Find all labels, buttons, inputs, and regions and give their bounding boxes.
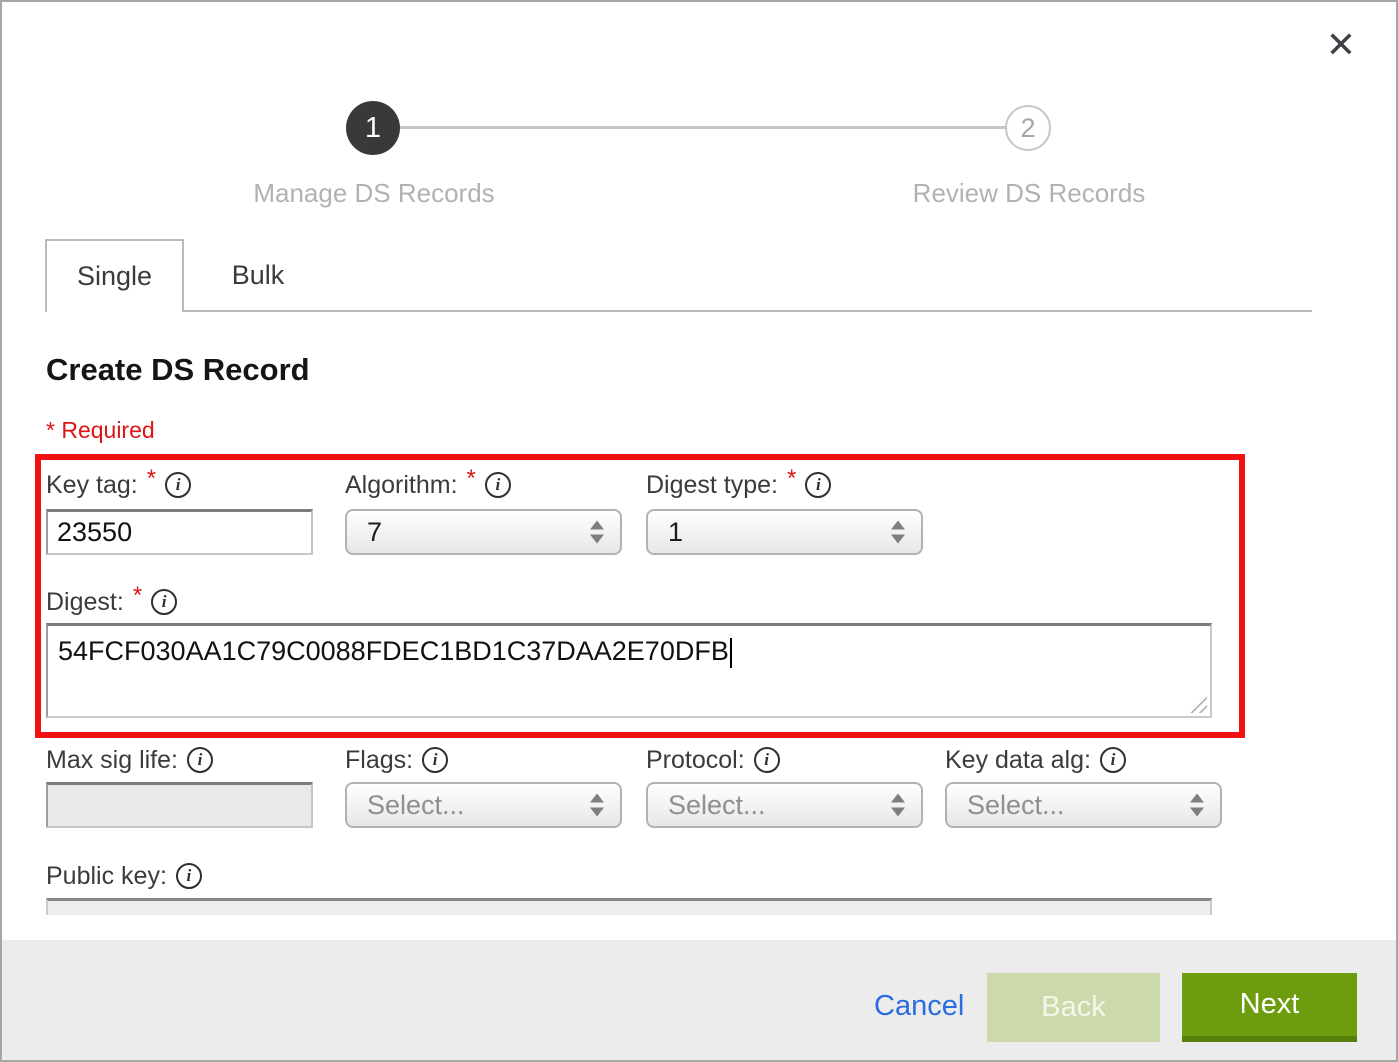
protocol-label: Protocol: i bbox=[646, 745, 780, 775]
key-data-alg-label-text: Key data alg: bbox=[945, 746, 1091, 775]
select-arrows-icon bbox=[590, 794, 604, 817]
select-arrows-icon bbox=[891, 794, 905, 817]
select-arrows-icon bbox=[891, 521, 905, 544]
select-arrows-icon bbox=[590, 521, 604, 544]
required-asterisk: * bbox=[133, 582, 142, 610]
algorithm-label: Algorithm: * i bbox=[345, 470, 511, 500]
next-button[interactable]: Next bbox=[1182, 973, 1357, 1042]
key-tag-input[interactable] bbox=[46, 509, 313, 555]
flags-label: Flags: i bbox=[345, 745, 448, 775]
max-sig-life-label-text: Max sig life: bbox=[46, 746, 178, 775]
max-sig-life-input[interactable] bbox=[46, 782, 313, 828]
key-tag-label: Key tag: * i bbox=[46, 470, 191, 500]
algorithm-label-text: Algorithm: bbox=[345, 471, 458, 500]
digest-value: 54FCF030AA1C79C0088FDEC1BD1C37DAA2E70DFB bbox=[58, 636, 729, 666]
info-icon[interactable]: i bbox=[485, 472, 511, 498]
select-arrows-icon bbox=[1190, 794, 1204, 817]
protocol-selected-value: Select... bbox=[668, 790, 766, 821]
step-2-label: Review DS Records bbox=[829, 178, 1229, 209]
key-data-alg-selected-value: Select... bbox=[967, 790, 1065, 821]
create-ds-record-dialog: ✕ 1 2 Manage DS Records Review DS Record… bbox=[0, 0, 1398, 1062]
flags-select[interactable]: Select... bbox=[345, 782, 622, 828]
text-cursor bbox=[730, 638, 732, 668]
required-note: * Required bbox=[46, 417, 155, 444]
digest-type-label: Digest type: * i bbox=[646, 470, 831, 500]
key-data-alg-select[interactable]: Select... bbox=[945, 782, 1222, 828]
page-title: Create DS Record bbox=[46, 352, 310, 388]
step-2-indicator: 2 bbox=[1005, 105, 1051, 151]
step-1-indicator: 1 bbox=[346, 101, 400, 155]
key-data-alg-label: Key data alg: i bbox=[945, 745, 1126, 775]
info-icon[interactable]: i bbox=[151, 589, 177, 615]
digest-label-text: Digest: bbox=[46, 588, 124, 617]
flags-label-text: Flags: bbox=[345, 746, 413, 775]
required-asterisk: * bbox=[147, 465, 156, 493]
digest-type-selected-value: 1 bbox=[668, 517, 683, 548]
cancel-button[interactable]: Cancel bbox=[874, 990, 964, 1023]
required-asterisk: * bbox=[787, 465, 796, 493]
tab-bulk[interactable]: Bulk bbox=[184, 239, 332, 312]
public-key-label-text: Public key: bbox=[46, 862, 167, 891]
digest-label: Digest: * i bbox=[46, 587, 177, 617]
protocol-select[interactable]: Select... bbox=[646, 782, 923, 828]
info-icon[interactable]: i bbox=[422, 747, 448, 773]
back-button[interactable]: Back bbox=[987, 973, 1160, 1042]
tab-underline bbox=[184, 310, 1312, 312]
textarea-resize-handle[interactable] bbox=[1189, 695, 1207, 713]
digest-textarea[interactable]: 54FCF030AA1C79C0088FDEC1BD1C37DAA2E70DFB bbox=[46, 623, 1212, 718]
protocol-label-text: Protocol: bbox=[646, 746, 745, 775]
info-icon[interactable]: i bbox=[805, 472, 831, 498]
info-icon[interactable]: i bbox=[187, 747, 213, 773]
algorithm-select[interactable]: 7 bbox=[345, 509, 622, 555]
step-1-label: Manage DS Records bbox=[174, 178, 574, 209]
public-key-textarea[interactable] bbox=[46, 898, 1212, 915]
tab-single[interactable]: Single bbox=[45, 239, 184, 312]
required-asterisk: * bbox=[467, 465, 476, 493]
info-icon[interactable]: i bbox=[754, 747, 780, 773]
stepper-connector bbox=[374, 126, 1029, 129]
digest-type-select[interactable]: 1 bbox=[646, 509, 923, 555]
key-tag-label-text: Key tag: bbox=[46, 471, 138, 500]
max-sig-life-label: Max sig life: i bbox=[46, 745, 213, 775]
flags-selected-value: Select... bbox=[367, 790, 465, 821]
info-icon[interactable]: i bbox=[1100, 747, 1126, 773]
info-icon[interactable]: i bbox=[176, 863, 202, 889]
close-icon[interactable]: ✕ bbox=[1326, 27, 1356, 63]
digest-type-label-text: Digest type: bbox=[646, 471, 778, 500]
algorithm-selected-value: 7 bbox=[367, 517, 382, 548]
public-key-label: Public key: i bbox=[46, 861, 202, 891]
info-icon[interactable]: i bbox=[165, 472, 191, 498]
